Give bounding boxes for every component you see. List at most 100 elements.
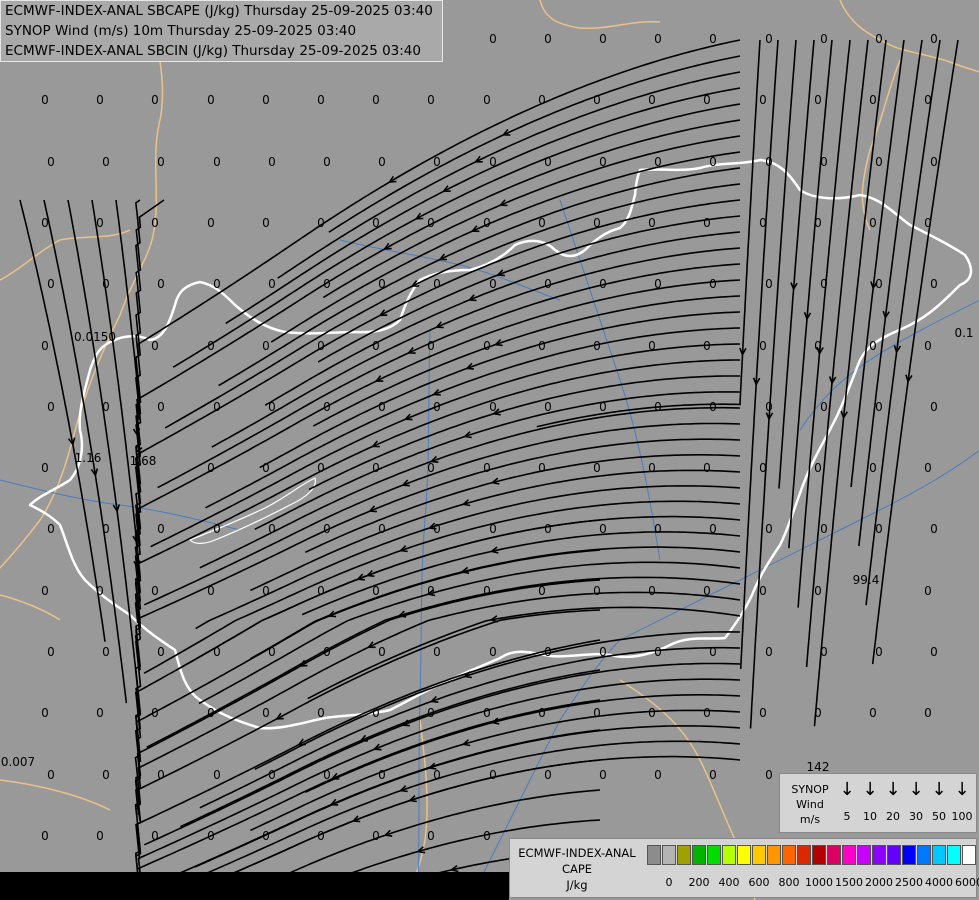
grid-value: 0 — [433, 768, 441, 782]
grid-value: 0 — [483, 584, 491, 598]
grid-value: 0 — [427, 93, 435, 107]
grid-value: 0 — [268, 400, 276, 414]
cape-legend-tick: 1500 — [835, 876, 863, 889]
grid-value: 0 — [599, 645, 607, 659]
grid-value: 0 — [96, 216, 104, 230]
grid-value: 0 — [703, 584, 711, 598]
grid-value: 0 — [544, 400, 552, 414]
grid-value: 0 — [654, 32, 662, 46]
grid-value: 0 — [207, 584, 215, 598]
grid-value: 0 — [875, 155, 883, 169]
grid-value: 0 — [262, 216, 270, 230]
grid-value: 0 — [930, 645, 938, 659]
grid-value: 0 — [372, 216, 380, 230]
grid-value: 0 — [869, 216, 877, 230]
grid-value: 0 — [207, 216, 215, 230]
grid-value: 0 — [317, 584, 325, 598]
grid-value: 0 — [869, 706, 877, 720]
cape-legend-swatch — [767, 845, 781, 865]
grid-value: 0 — [433, 155, 441, 169]
grid-value: 0 — [654, 277, 662, 291]
cape-legend-swatch — [842, 845, 856, 865]
wind-legend-arrow-icon: ↓ — [885, 779, 901, 800]
grid-value: 0 — [599, 768, 607, 782]
wind-legend-arrow-icon: ↓ — [954, 779, 970, 800]
grid-value: 0 — [765, 400, 773, 414]
grid-value: 0 — [41, 706, 49, 720]
grid-value: 0 — [378, 768, 386, 782]
grid-value: 0 — [207, 93, 215, 107]
grid-value: 0 — [213, 155, 221, 169]
grid-value: 0 — [323, 645, 331, 659]
grid-value: 0 — [213, 277, 221, 291]
grid-value-special: 99.4 — [853, 573, 880, 587]
grid-value: 0 — [372, 339, 380, 353]
cape-legend-tick: 6000 — [955, 876, 979, 889]
grid-value: 0 — [151, 706, 159, 720]
grid-value: 0 — [648, 461, 656, 475]
grid-value: 0 — [869, 461, 877, 475]
grid-value: 0 — [654, 400, 662, 414]
grid-value: 0 — [924, 584, 932, 598]
grid-value: 0 — [489, 522, 497, 536]
grid-value: 0 — [157, 645, 165, 659]
grid-value-special: 0.0150 — [74, 330, 116, 344]
grid-value: 0 — [317, 93, 325, 107]
grid-value: 0 — [765, 768, 773, 782]
grid-value: 0 — [317, 216, 325, 230]
grid-value: 0 — [378, 522, 386, 536]
grid-value-special: 142 — [807, 760, 830, 774]
grid-value: 0 — [323, 768, 331, 782]
grid-value: 0 — [47, 768, 55, 782]
grid-value: 0 — [483, 339, 491, 353]
grid-value: 0 — [268, 277, 276, 291]
grid-value: 0 — [593, 93, 601, 107]
cape-legend-swatch — [932, 845, 946, 865]
grid-value-special: 1.16 — [75, 451, 102, 465]
cape-legend-swatch — [797, 845, 811, 865]
grid-value: 0 — [483, 829, 491, 843]
grid-value: 0 — [102, 400, 110, 414]
grid-value: 0 — [593, 461, 601, 475]
header-line-cin: ECMWF-INDEX-ANAL SBCIN (J/kg) Thursday 2… — [5, 43, 421, 59]
grid-value: 0 — [814, 584, 822, 598]
grid-value: 0 — [544, 522, 552, 536]
grid-value: 0 — [820, 645, 828, 659]
grid-value: 0 — [151, 93, 159, 107]
grid-value: 0 — [378, 645, 386, 659]
grid-value: 0 — [759, 706, 767, 720]
grid-value: 0 — [47, 400, 55, 414]
cape-legend-swatch — [887, 845, 901, 865]
grid-value: 0 — [709, 400, 717, 414]
grid-value: 0 — [96, 584, 104, 598]
grid-value: 0 — [703, 216, 711, 230]
grid-value: 0 — [709, 155, 717, 169]
grid-value: 0 — [157, 155, 165, 169]
cape-legend-tick: 400 — [718, 876, 740, 889]
wind-legend-value: 30 — [909, 810, 923, 823]
grid-value: 0 — [765, 155, 773, 169]
grid-value: 0 — [262, 584, 270, 598]
grid-value: 0 — [930, 277, 938, 291]
grid-value: 0 — [489, 277, 497, 291]
cape-legend-swatch — [707, 845, 721, 865]
grid-value: 0 — [213, 768, 221, 782]
grid-value: 0 — [489, 768, 497, 782]
grid-value: 0 — [759, 461, 767, 475]
cape-legend-swatch — [872, 845, 886, 865]
grid-value: 0 — [648, 93, 656, 107]
grid-value: 0 — [41, 461, 49, 475]
cape-legend-title-1: ECMWF-INDEX-ANAL — [518, 846, 636, 860]
grid-value: 0 — [538, 461, 546, 475]
grid-value: 0 — [544, 645, 552, 659]
cape-legend-tick: 2000 — [865, 876, 893, 889]
grid-value: 0 — [924, 706, 932, 720]
grid-value: 0 — [157, 522, 165, 536]
cape-legend-swatch — [722, 845, 736, 865]
grid-value: 0 — [378, 400, 386, 414]
grid-value: 0 — [759, 339, 767, 353]
grid-value: 0 — [599, 32, 607, 46]
cape-legend-swatch — [917, 845, 931, 865]
grid-value: 0 — [262, 461, 270, 475]
grid-value: 0 — [96, 93, 104, 107]
